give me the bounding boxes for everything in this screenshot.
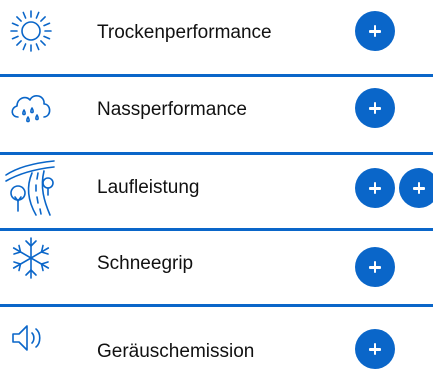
road-icon	[4, 157, 56, 217]
expand-plus-button[interactable]	[355, 329, 395, 369]
list-item-schneegrip: Schneegrip	[0, 231, 433, 307]
speaker-icon	[10, 321, 50, 355]
list-item-laufleistung: Laufleistung	[0, 155, 433, 231]
list-item-label: Schneegrip	[97, 253, 194, 274]
list-item-label: Nassperformance	[97, 99, 247, 120]
expand-plus-button-secondary[interactable]	[399, 168, 433, 208]
expand-plus-button[interactable]	[355, 168, 395, 208]
expand-plus-button[interactable]	[355, 11, 395, 51]
list-item-geraeuschemission: Geräuschemission	[0, 307, 433, 381]
list-item-trockenperformance: Trockenperformance	[0, 0, 433, 76]
rain-cloud-icon	[8, 84, 54, 130]
snowflake-icon	[8, 235, 54, 281]
list-item-label: Trockenperformance	[97, 22, 272, 43]
expand-plus-button[interactable]	[355, 88, 395, 128]
list-item-label: Geräuschemission	[97, 341, 255, 362]
expand-plus-button[interactable]	[355, 247, 395, 287]
tyre-properties-list: Trockenperformance Nassperformance Laufl…	[0, 0, 433, 381]
sun-icon	[8, 8, 54, 54]
list-item-nassperformance: Nassperformance	[0, 77, 433, 153]
list-item-label: Laufleistung	[97, 177, 200, 198]
